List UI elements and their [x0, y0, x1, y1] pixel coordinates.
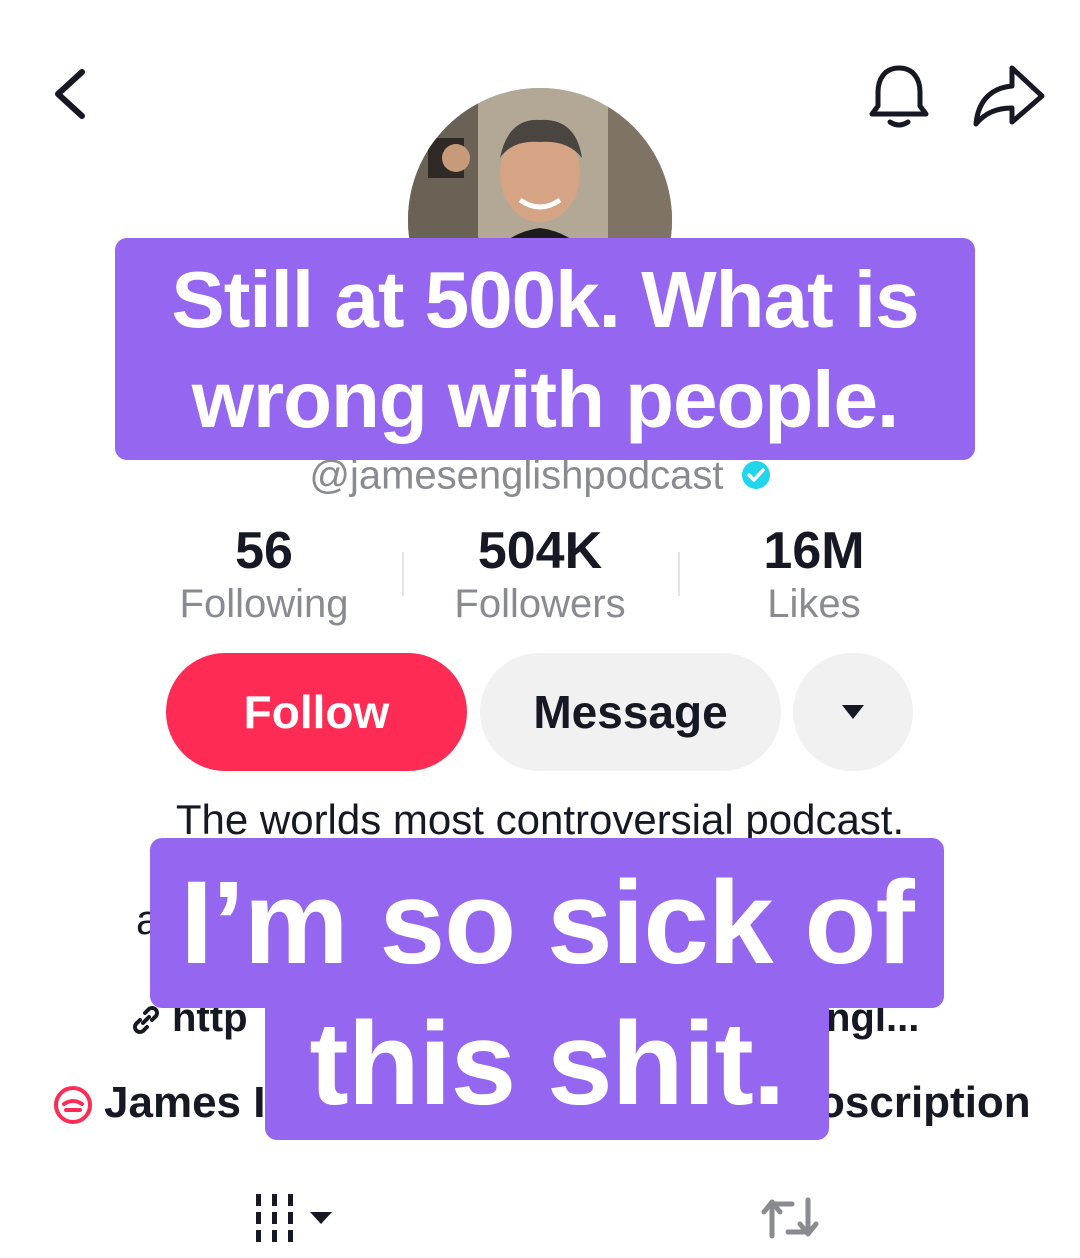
- verified-badge-icon: [741, 461, 770, 490]
- bell-icon: [869, 65, 929, 128]
- grid-icon: [256, 1194, 332, 1242]
- subscription-icon: [54, 1086, 92, 1125]
- stat-followers-value: 504K: [477, 522, 603, 580]
- caption-overlay-top: Still at 500k. What is wrong with people…: [115, 238, 975, 460]
- tab-videos[interactable]: [250, 1190, 340, 1246]
- stat-following[interactable]: 56 Following: [134, 520, 394, 626]
- bio-line: The worlds most controversial podcast.: [175, 796, 905, 843]
- back-button[interactable]: [44, 62, 100, 126]
- message-button[interactable]: Message: [480, 653, 781, 771]
- stat-following-label: Following: [179, 582, 349, 626]
- subscription-label-end[interactable]: oscription: [818, 1078, 1031, 1128]
- subscription-row[interactable]: James I: [52, 1078, 265, 1128]
- subscription-label-start: James I: [104, 1078, 266, 1127]
- share-button[interactable]: [966, 58, 1050, 136]
- profile-handle: @jamesenglishpodcast: [309, 453, 724, 498]
- caption-overlay-bottom-line-2: this shit.: [265, 990, 829, 1140]
- caption-top-line-2: wrong with people.: [191, 355, 899, 444]
- link-icon: [133, 1006, 159, 1035]
- share-arrow-icon: [973, 65, 1045, 127]
- stat-likes-label: Likes: [767, 582, 861, 626]
- stat-followers[interactable]: 504K Followers: [410, 520, 670, 626]
- stat-likes[interactable]: 16M Likes: [684, 520, 944, 626]
- stat-following-value: 56: [235, 522, 293, 580]
- stat-divider: [678, 552, 680, 596]
- stat-likes-value: 16M: [763, 522, 865, 580]
- stat-divider: [402, 552, 404, 596]
- repost-icon: [761, 1197, 819, 1239]
- follow-button[interactable]: Follow: [166, 653, 467, 771]
- caption-top-line-1: Still at 500k. What is: [171, 255, 919, 344]
- stat-followers-label: Followers: [454, 582, 626, 626]
- caption-overlay-bottom-line-1: I’m so sick of: [150, 838, 944, 1008]
- notification-button[interactable]: [860, 58, 938, 136]
- more-options-button[interactable]: [793, 653, 913, 771]
- caret-down-icon: [842, 705, 864, 719]
- tab-reposts[interactable]: [758, 1192, 822, 1244]
- chevron-left-icon: [55, 69, 85, 119]
